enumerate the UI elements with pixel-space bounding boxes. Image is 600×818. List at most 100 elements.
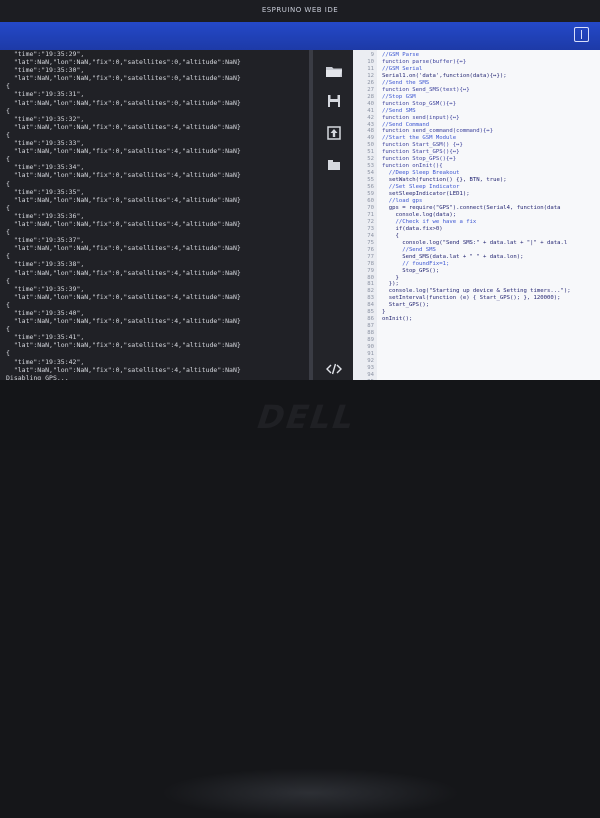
console-line: "time":"19:35:40", [6, 309, 85, 317]
line-number: 86 [367, 316, 374, 323]
console-line: "lat":NaN,"lon":NaN,"fix":0,"satellites"… [6, 122, 241, 131]
line-number: 48 [367, 128, 374, 135]
code-line: //Send Command [382, 121, 430, 128]
console-line: "lat":NaN,"lon":NaN,"fix":0,"satellites"… [6, 244, 241, 253]
line-numbers: 9 10 11 12 26 27 28 40 41 42 43 48 49 50 51 52 53 54 55 56 5… [364, 52, 374, 380]
line-number: 11 [367, 65, 374, 72]
code-line: onInit(); [382, 316, 413, 323]
console-line: "lat":NaN,"lon":NaN,"fix":0,"satellites"… [6, 195, 241, 204]
code-view-icon[interactable] [323, 360, 345, 378]
console-line: "lat":NaN,"lon":NaN,"fix":0,"satellites"… [6, 58, 241, 67]
line-number: 90 [367, 344, 374, 351]
console-line: "lat":NaN,"lon":NaN,"fix":0,"satellites"… [6, 317, 241, 326]
console-line: "time":"19:35:36", [6, 211, 85, 220]
line-number: 49 [367, 135, 374, 142]
line-number: 72 [367, 218, 374, 225]
line-number: 75 [367, 239, 374, 246]
line-number: 85 [367, 309, 374, 316]
code-line: function onInit(){ [382, 163, 443, 170]
line-number: 71 [367, 211, 374, 218]
line-number: 56 [367, 184, 374, 191]
flash-icon[interactable] [323, 156, 345, 174]
code-line: setSleepIndicator(LED1); [382, 191, 470, 198]
code-line: Start_GPS(); [382, 302, 430, 309]
code-line: Serial1.on('data',function(data){↔}); [382, 72, 507, 79]
console-line: "time":"19:35:31", [6, 90, 85, 99]
code-line: function Start_GPS(){↔} [382, 149, 460, 156]
code-line: function send_command(command){↔} [382, 128, 494, 135]
monitor-brand-logo: DELL [251, 398, 362, 436]
line-number: 83 [367, 295, 374, 302]
code-line: //GSM Parse [382, 52, 420, 58]
code-line: setInterval(function (e) { Start_GPS(); … [382, 295, 561, 302]
code-line: //GSM Serial [382, 65, 423, 72]
toolbar [0, 22, 600, 50]
line-number: 84 [367, 302, 374, 309]
console-line: "time":"19:35:42", [6, 357, 85, 366]
code-line: function Send_SMS(text){↔} [382, 86, 470, 93]
line-number: 82 [367, 288, 374, 295]
line-number: 81 [367, 281, 374, 288]
terminal-console[interactable]: "time":"19:35:29", "lat":NaN,"lon":NaN,"… [0, 50, 309, 380]
line-number: 78 [367, 260, 374, 267]
code-line: // foundFix=1; [382, 260, 450, 267]
save-icon[interactable] [323, 92, 345, 110]
code-content[interactable]: //GSM Parse function parse(buffer){↔}//GS… [382, 52, 571, 323]
line-number: 76 [367, 246, 374, 253]
line-number: 88 [367, 330, 374, 337]
line-number: 73 [367, 225, 374, 232]
code-line: Send_SMS(data.lat + " " + data.lon); [382, 253, 524, 260]
screen-glare [160, 768, 460, 818]
console-line: { [6, 349, 10, 358]
line-number: 94 [367, 371, 374, 378]
code-line: //Deep Sleep Breakout [382, 170, 460, 177]
line-number: 42 [367, 114, 374, 121]
layout-toggle-button[interactable] [574, 27, 589, 42]
console-line: { [6, 276, 10, 285]
console-output: "time":"19:35:29", "lat":NaN,"lon":NaN,"… [6, 50, 304, 380]
code-line: function parse(buffer){↔} [382, 58, 467, 65]
code-line: gps = require("GPS").connect(Serial4, fu… [382, 204, 561, 211]
line-number: 74 [367, 232, 374, 239]
code-line: //load gps [382, 198, 423, 205]
line-number: 93 [367, 364, 374, 371]
line-number: 52 [367, 156, 374, 163]
console-line: { [6, 203, 10, 212]
console-line: { [6, 228, 10, 237]
code-line: setWatch(function() {}, BTN, true); [382, 177, 507, 184]
send-to-espruino-icon[interactable] [323, 124, 345, 142]
code-line: //Set Sleep Indicator [382, 184, 460, 191]
console-line: "time":"19:35:30", [6, 66, 85, 75]
line-number: 40 [367, 100, 374, 107]
app-title: ESPRUINO WEB IDE [261, 6, 339, 14]
code-line: //Start the GSM Module [382, 135, 457, 142]
line-number: 92 [367, 357, 374, 364]
console-line: "time":"19:35:41", [6, 333, 85, 342]
line-number: 43 [367, 121, 374, 128]
line-number: 12 [367, 72, 374, 79]
line-number: 89 [367, 337, 374, 344]
line-number: 27 [367, 86, 374, 93]
code-line: }); [382, 281, 399, 288]
line-number: 10 [367, 58, 374, 65]
console-line: "lat":NaN,"lon":NaN,"fix":0,"satellites"… [6, 98, 241, 107]
line-number: 53 [367, 163, 374, 170]
line-number: 54 [367, 170, 374, 177]
console-line: "lat":NaN,"lon":NaN,"fix":0,"satellites"… [6, 292, 241, 301]
console-line: "time":"19:35:32", [6, 114, 85, 123]
console-line: "lat":NaN,"lon":NaN,"fix":0,"satellites"… [6, 147, 241, 156]
line-number: 28 [367, 93, 374, 100]
console-line: { [6, 325, 10, 334]
line-number: 55 [367, 177, 374, 184]
code-line: if(data.fix>0) [382, 225, 443, 232]
open-folder-icon[interactable] [323, 62, 345, 80]
console-line: "lat":NaN,"lon":NaN,"fix":0,"satellites"… [6, 171, 241, 180]
console-line: "lat":NaN,"lon":NaN,"fix":0,"satellites"… [6, 341, 241, 350]
code-editor[interactable]: 9 10 11 12 26 27 28 40 41 42 43 48 49 50 51 52 53 54 55 56 5… [353, 50, 600, 380]
line-number: 51 [367, 149, 374, 156]
line-number-gutter: 9 10 11 12 26 27 28 40 41 42 43 48 49 50 51 52 53 54 55 56 5… [353, 50, 377, 380]
console-line: "time":"19:35:34", [6, 163, 85, 172]
code-line: //Send the SMS [382, 79, 430, 86]
line-number: 59 [367, 191, 374, 198]
code-line: function Stop_GPS(){↔} [382, 156, 457, 163]
